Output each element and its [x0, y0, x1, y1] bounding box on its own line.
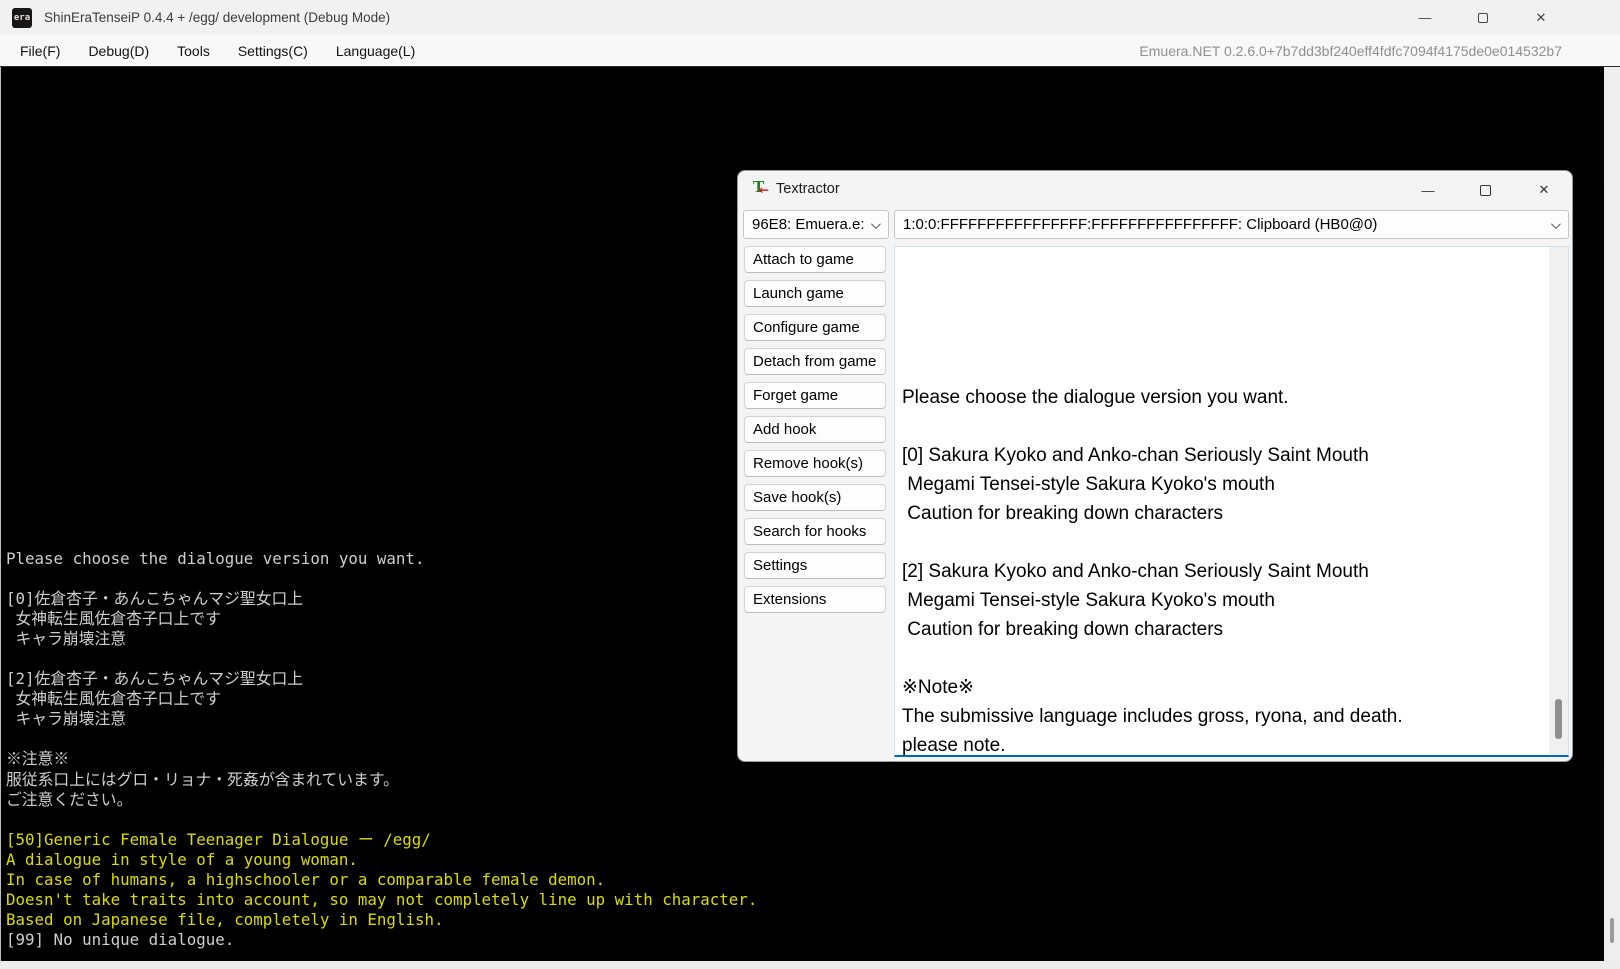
menu-item-debug-d[interactable]: Debug(D) — [74, 35, 163, 67]
app-icon: era — [12, 8, 32, 28]
console-line: [0]佐倉杏子・あんこちゃんマジ聖女口上 — [6, 589, 757, 609]
output-line — [902, 528, 1560, 557]
remove-hook-s-button[interactable]: Remove hook(s) — [744, 450, 886, 477]
menu-items: File(F)Debug(D)ToolsSettings(C)Language(… — [6, 35, 429, 67]
forget-game-button[interactable]: Forget game — [744, 382, 886, 409]
textractor-maximize-button[interactable] — [1462, 171, 1508, 209]
textractor-output-text: Please choose the dialogue version you w… — [895, 247, 1568, 757]
chevron-down-icon — [1551, 219, 1561, 229]
search-for-hooks-button[interactable]: Search for hooks — [744, 518, 886, 545]
output-scrollbar[interactable] — [1549, 247, 1568, 755]
textractor-output[interactable]: Please choose the dialogue version you w… — [894, 246, 1569, 757]
output-line — [902, 644, 1560, 673]
close-icon: ✕ — [1539, 182, 1550, 198]
console-line: キャラ崩壊注意 — [6, 629, 757, 649]
textractor-titlebar[interactable]: T ← Textractor — ✕ — [738, 171, 1572, 209]
console-line: [50]Generic Female Teenager Dialogue ー /… — [6, 830, 757, 850]
add-hook-button[interactable]: Add hook — [744, 416, 886, 443]
minimize-icon: — — [1422, 183, 1435, 198]
hook-select[interactable]: 1:0:0:FFFFFFFFFFFFFFFF:FFFFFFFFFFFFFFFF:… — [894, 210, 1569, 239]
console-line: ※注意※ — [6, 749, 757, 769]
app-title: ShinEraTenseiP 0.4.4 + /egg/ development… — [44, 10, 390, 25]
settings-button[interactable]: Settings — [744, 552, 886, 579]
attach-to-game-button[interactable]: Attach to game — [744, 246, 886, 273]
console-line: 服従系口上にはグロ・リョナ・死姦が含まれています。 — [6, 770, 757, 790]
output-line — [902, 412, 1560, 441]
console-line: ご注意ください。 — [6, 790, 757, 810]
console-line — [6, 649, 757, 669]
menu-item-settings-c[interactable]: Settings(C) — [224, 35, 322, 67]
output-line: Please choose the dialogue version you w… — [902, 383, 1560, 412]
hook-select-value: 1:0:0:FFFFFFFFFFFFFFFF:FFFFFFFFFFFFFFFF:… — [903, 216, 1377, 233]
output-line — [902, 354, 1560, 383]
console-line: A dialogue in style of a young woman. — [6, 850, 757, 870]
launch-game-button[interactable]: Launch game — [744, 280, 886, 307]
output-line: Caution for breaking down characters — [902, 615, 1560, 644]
console-text: Please choose the dialogue version you w… — [6, 549, 757, 950]
console-line: Please choose the dialogue version you w… — [6, 549, 757, 569]
output-line — [902, 267, 1560, 296]
process-select[interactable]: 96E8: Emuera.e: — [743, 210, 889, 239]
output-line: [0] Sakura Kyoko and Anko-chan Seriously… — [902, 441, 1560, 470]
console-line — [6, 729, 757, 749]
configure-game-button[interactable]: Configure game — [744, 314, 886, 341]
console-line: 女神転生風佐倉杏子口上です — [6, 689, 757, 709]
textractor-icon-arrow: ← — [759, 184, 769, 196]
emuera-version-label: Emuera.NET 0.2.6.0+7b7dd3bf240eff4fdfc70… — [1139, 43, 1620, 59]
console-line: キャラ崩壊注意 — [6, 709, 757, 729]
close-button[interactable]: ✕ — [1512, 0, 1570, 35]
output-line: please note. — [902, 731, 1560, 757]
app-titlebar[interactable]: era ShinEraTenseiP 0.4.4 + /egg/ develop… — [0, 0, 1620, 35]
console-line — [6, 810, 757, 830]
screen: era ShinEraTenseiP 0.4.4 + /egg/ develop… — [0, 0, 1620, 969]
textractor-icon: T ← — [752, 180, 770, 198]
maximize-button[interactable] — [1454, 0, 1512, 35]
maximize-icon — [1480, 185, 1491, 196]
save-hook-s-button[interactable]: Save hook(s) — [744, 484, 886, 511]
console-line: Doesn't take traits into account, so may… — [6, 890, 757, 910]
extensions-button[interactable]: Extensions — [744, 586, 886, 613]
menu-item-file-f[interactable]: File(F) — [6, 35, 74, 67]
output-line: ※Note※ — [902, 673, 1560, 702]
maximize-icon — [1478, 13, 1488, 23]
textractor-close-button[interactable]: ✕ — [1521, 171, 1567, 209]
console-scrollbar[interactable] — [1604, 67, 1620, 961]
output-line — [902, 296, 1560, 325]
window-controls: — ✕ — [1396, 0, 1570, 35]
console-line: In case of humans, a highschooler or a c… — [6, 870, 757, 890]
menu-item-tools[interactable]: Tools — [163, 35, 224, 67]
window-bottom-edge — [0, 961, 1620, 969]
output-line: Caution for breaking down characters — [902, 499, 1560, 528]
textractor-minimize-button[interactable]: — — [1405, 171, 1451, 209]
console-line: [99] No unique dialogue. — [6, 930, 757, 950]
output-line: Megami Tensei-style Sakura Kyoko's mouth — [902, 586, 1560, 615]
minimize-button[interactable]: — — [1396, 0, 1454, 35]
menu-bar: File(F)Debug(D)ToolsSettings(C)Language(… — [0, 35, 1620, 67]
output-line: The submissive language includes gross, … — [902, 702, 1560, 731]
console-line: 女神転生風佐倉杏子口上です — [6, 609, 757, 629]
textractor-title: Textractor — [776, 181, 840, 197]
detach-from-game-button[interactable]: Detach from game — [744, 348, 886, 375]
output-scrollbar-thumb[interactable] — [1555, 699, 1562, 739]
chevron-down-icon — [871, 219, 881, 229]
textractor-window: T ← Textractor — ✕ 96E8: Emuera.e: 1:0:0… — [737, 170, 1573, 762]
console-line — [6, 569, 757, 589]
output-line: Megami Tensei-style Sakura Kyoko's mouth — [902, 470, 1560, 499]
process-select-value: 96E8: Emuera.e: — [752, 216, 865, 233]
console-scrollbar-thumb[interactable] — [1610, 918, 1614, 943]
output-line: [2] Sakura Kyoko and Anko-chan Seriously… — [902, 557, 1560, 586]
menu-item-language-l[interactable]: Language(L) — [322, 35, 429, 67]
textractor-button-column: Attach to game Launch game Configure game D… — [744, 246, 886, 613]
output-line — [902, 325, 1560, 354]
minimize-icon: — — [1419, 10, 1432, 25]
close-icon: ✕ — [1536, 10, 1547, 26]
console-line: Based on Japanese file, completely in En… — [6, 910, 757, 930]
console-line: [2]佐倉杏子・あんこちゃんマジ聖女口上 — [6, 669, 757, 689]
